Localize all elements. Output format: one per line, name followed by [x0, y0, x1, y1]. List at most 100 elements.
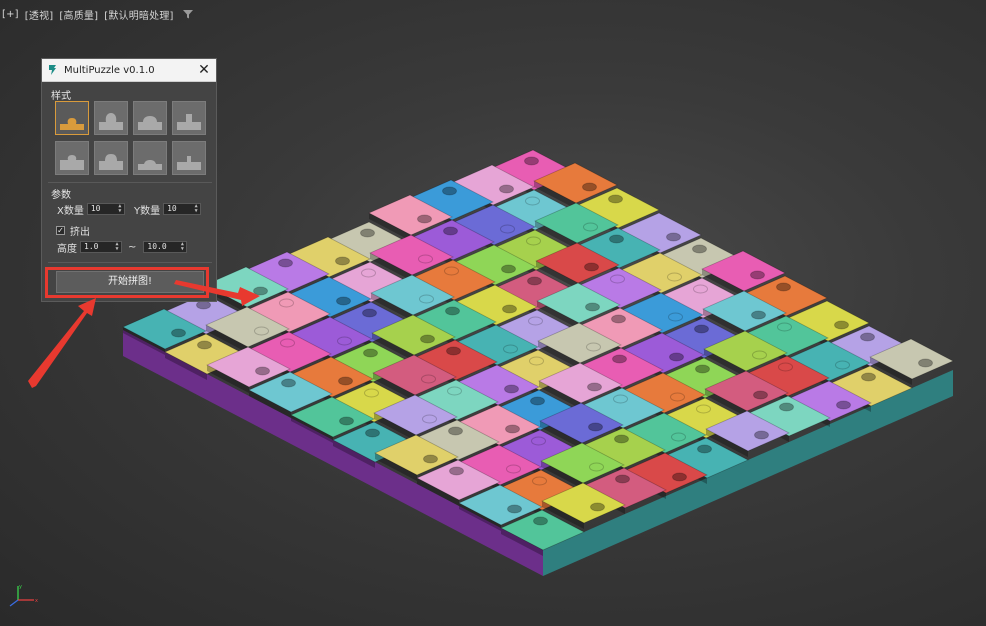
puzzle-piece-icon [60, 155, 84, 170]
style-option-3[interactable] [133, 101, 167, 135]
puzzle-knob [280, 338, 295, 348]
svg-text:x: x [35, 598, 38, 604]
viewport-menu-plus[interactable]: [+] [2, 9, 19, 20]
dialog-title: MultiPuzzle v0.1.0 [64, 64, 155, 76]
puzzle-knob [582, 182, 597, 192]
extrude-checkbox[interactable]: ✓ [56, 225, 65, 235]
axis-gizmo-icon: y x [9, 584, 38, 607]
puzzle-knob [669, 352, 684, 362]
puzzle-knob [585, 302, 600, 312]
puzzle-knob [446, 346, 461, 356]
puzzle-piece-icon [60, 118, 84, 130]
puzzle-knob [589, 462, 604, 472]
spinner-arrows-icon[interactable]: ▲ ▼ [179, 242, 185, 252]
viewport-label-bar: [+] [透视] [高质量] [默认明暗处理] [2, 6, 194, 22]
puzzle-knob [278, 258, 293, 268]
puzzle-knob [361, 268, 376, 278]
start-puzzle-button[interactable]: 开始拼图! [56, 271, 204, 293]
style-grid [55, 101, 209, 179]
puzzle-knob [196, 300, 211, 310]
multipuzzle-dialog: MultiPuzzle v0.1.0 ✕ 样式 参数 X数量 10 ▲ ▼ Y数量… [41, 58, 217, 302]
divider [48, 182, 212, 183]
viewport-menu-view[interactable]: [透视] [25, 7, 54, 22]
puzzle-knob [421, 374, 436, 384]
style-option-5[interactable] [55, 141, 89, 175]
close-icon[interactable]: ✕ [197, 63, 211, 77]
dialog-titlebar[interactable]: MultiPuzzle v0.1.0 ✕ [42, 59, 216, 82]
spinner-arrows-icon[interactable]: ▲ ▼ [117, 204, 123, 214]
puzzle-knob [583, 222, 598, 232]
x-count-spinner[interactable]: 10 ▲ ▼ [86, 203, 125, 215]
y-count-value: 10 [167, 204, 177, 213]
puzzle-knob [670, 392, 685, 402]
puzzle-knob [419, 294, 434, 304]
puzzle-knob [253, 286, 268, 296]
puzzle-knob [501, 264, 516, 274]
style-option-6[interactable] [94, 141, 128, 175]
puzzle-knob [337, 336, 352, 346]
puzzle-knob [584, 262, 599, 272]
style-option-7[interactable] [133, 141, 167, 175]
puzzle-knob [530, 396, 545, 406]
puzzle-knob [532, 476, 547, 486]
viewport-menu-quality[interactable]: [高质量] [59, 7, 98, 22]
style-option-1[interactable] [55, 101, 89, 135]
puzzle-piece-icon [99, 154, 123, 170]
puzzle-knob [697, 444, 712, 454]
puzzle-knob [753, 390, 768, 400]
puzzle-knob [836, 400, 851, 410]
puzzle-piece-icon [138, 116, 162, 130]
style-option-2[interactable] [94, 101, 128, 135]
puzzle-knob [442, 186, 457, 196]
puzzle-knob [418, 254, 433, 264]
height-min-spinner[interactable]: 1.0 ▲ ▼ [80, 241, 122, 253]
puzzle-knob [777, 322, 792, 332]
puzzle-knob [281, 378, 296, 388]
puzzle-knob [504, 384, 519, 394]
puzzle-knob [860, 332, 875, 342]
puzzle-knob [609, 234, 624, 244]
viewport-menu-shading[interactable]: [默认明暗处理] [104, 7, 173, 22]
puzzle-knob [752, 350, 767, 360]
divider [48, 262, 212, 263]
puzzle-knob [527, 276, 542, 286]
puzzle-knob [695, 364, 710, 374]
puzzle-knob [533, 516, 548, 526]
puzzle-knob [694, 324, 709, 334]
style-option-4[interactable] [172, 101, 206, 135]
params-section-label: 参数 [51, 190, 71, 201]
puzzle-piece-icon [138, 160, 162, 170]
puzzle-knob [449, 466, 464, 476]
filter-icon[interactable] [182, 8, 194, 20]
svg-text:y: y [19, 584, 22, 590]
puzzle-knob [692, 244, 707, 254]
height-max-spinner[interactable]: 10.0 ▲ ▼ [143, 241, 188, 253]
puzzle-knob [610, 274, 625, 284]
puzzle-knob [254, 326, 269, 336]
y-count-row: Y数量 10 ▲ ▼ [134, 202, 202, 217]
x-count-row: X数量 10 ▲ ▼ [57, 202, 125, 217]
puzzle-knob [671, 432, 686, 442]
puzzle-knob [525, 196, 540, 206]
puzzle-knob [750, 270, 765, 280]
puzzle-knob [529, 356, 544, 366]
x-count-label: X数量 [57, 205, 84, 217]
puzzle-piece-icon [177, 114, 201, 130]
puzzle-knob [835, 360, 850, 370]
style-option-8[interactable] [172, 141, 206, 175]
extrude-row: ✓ 挤出 [56, 224, 90, 238]
puzzle-knob [417, 214, 432, 224]
puzzle-knob [668, 312, 683, 322]
y-count-spinner[interactable]: 10 ▲ ▼ [163, 203, 202, 215]
puzzle-knob [360, 228, 375, 238]
spinner-arrows-icon[interactable]: ▲ ▼ [193, 204, 199, 214]
puzzle-knob [447, 386, 462, 396]
puzzle-knob [613, 394, 628, 404]
height-row: 高度 1.0 ▲ ▼ ~ 10.0 ▲ ▼ [57, 240, 188, 255]
puzzle-knob [834, 320, 849, 330]
puzzle-knob [531, 436, 546, 446]
height-min-value: 1.0 [84, 242, 99, 251]
puzzle-knob [672, 472, 687, 482]
puzzle-knob [364, 388, 379, 398]
spinner-arrows-icon[interactable]: ▲ ▼ [114, 242, 120, 252]
